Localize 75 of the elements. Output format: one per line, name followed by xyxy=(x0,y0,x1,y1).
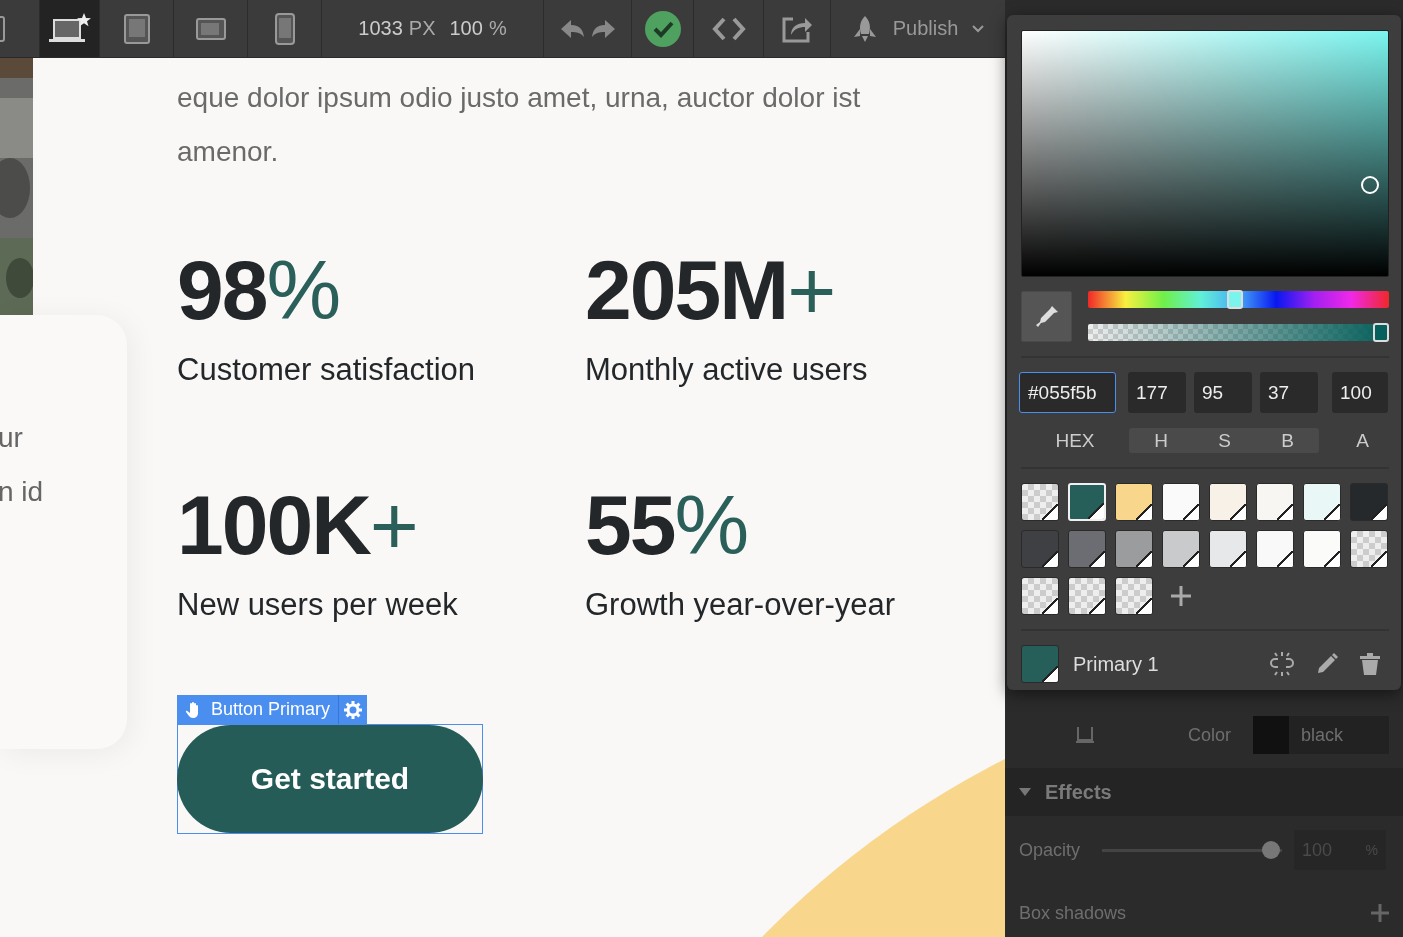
element-name: Button Primary xyxy=(211,699,331,720)
stat-number: 205M+ xyxy=(585,248,836,332)
stat-number: 98% xyxy=(177,248,341,332)
field-label: H xyxy=(1154,429,1168,452)
stat-label: Growth year-over-year xyxy=(585,586,897,624)
alpha-field[interactable]: 100 xyxy=(1332,372,1388,413)
color-swatch[interactable] xyxy=(1021,483,1059,521)
color-swatch[interactable] xyxy=(1209,483,1247,521)
color-swatch[interactable] xyxy=(1115,530,1153,568)
add-icon[interactable] xyxy=(1170,585,1192,607)
color-area[interactable] xyxy=(1021,30,1389,277)
trash-icon[interactable] xyxy=(1359,652,1381,676)
tablet-icon xyxy=(0,15,6,42)
card-text: n id xyxy=(0,475,45,509)
field-label: HEX xyxy=(1054,429,1096,452)
card-text: ur xyxy=(0,421,24,455)
pencil-icon[interactable] xyxy=(1315,652,1339,676)
settings-button[interactable] xyxy=(338,695,368,724)
field-label: Opacity xyxy=(1019,839,1081,861)
mode-group[interactable]: H S B xyxy=(1129,428,1319,453)
zoom-unit: % xyxy=(488,17,507,40)
color-swatch[interactable] xyxy=(1162,483,1200,521)
color-swatch[interactable] xyxy=(1162,530,1200,568)
color-name: Primary 1 xyxy=(1073,652,1159,676)
field-label: A xyxy=(1356,429,1369,452)
tablet-icon xyxy=(122,12,151,45)
color-swatch[interactable] xyxy=(1021,577,1059,615)
field-label: S xyxy=(1218,429,1231,452)
stat-number: 55% xyxy=(585,483,749,567)
color-swatch[interactable] xyxy=(1350,530,1388,568)
color-swatch[interactable] xyxy=(1115,483,1153,521)
stat-number: 100K+ xyxy=(177,483,418,567)
caret-icon xyxy=(972,24,985,33)
color-swatch[interactable] xyxy=(1209,530,1247,568)
publish-button[interactable]: Publish xyxy=(831,0,1004,57)
field-label: Color xyxy=(1188,724,1231,746)
field-label: Box shadows xyxy=(1019,902,1127,924)
settings-icon xyxy=(344,700,363,719)
color-swatch[interactable] xyxy=(1303,530,1341,568)
unlink-icon[interactable] xyxy=(1269,651,1295,677)
color-swatch[interactable] xyxy=(1068,577,1106,615)
alpha-slider[interactable] xyxy=(1088,324,1389,341)
hex-field[interactable]: #055f5b xyxy=(1019,372,1116,413)
add-icon[interactable] xyxy=(1371,904,1389,922)
device-tab[interactable] xyxy=(40,0,100,57)
stat-label: Customer satisfaction xyxy=(177,351,477,389)
color-swatch[interactable] xyxy=(1256,483,1294,521)
canvas-width: 1033 xyxy=(358,17,403,40)
brightness-field[interactable]: 37 xyxy=(1260,372,1318,413)
width-unit: PX xyxy=(408,17,436,40)
section-header[interactable]: Effects xyxy=(1005,768,1403,816)
color-swatch[interactable] xyxy=(1256,530,1294,568)
eyedropper-button[interactable] xyxy=(1021,291,1072,342)
color-swatch[interactable] xyxy=(1068,530,1106,568)
color-swatch[interactable] xyxy=(1350,483,1388,521)
get-started-button[interactable]: Get started xyxy=(177,725,483,833)
field-label: B xyxy=(1281,429,1294,452)
phone-icon xyxy=(273,11,296,46)
tablet-landscape-icon xyxy=(194,16,227,41)
zoom-level: 100 xyxy=(449,17,483,40)
check-icon[interactable] xyxy=(644,10,681,47)
color-swatch[interactable] xyxy=(1303,483,1341,521)
color-handle[interactable] xyxy=(1360,176,1379,195)
hue-slider[interactable] xyxy=(1088,291,1389,308)
stat-label: New users per week xyxy=(177,586,459,624)
triangle-icon xyxy=(1019,788,1031,796)
hue-field[interactable]: 177 xyxy=(1128,372,1186,413)
section-title: Effects xyxy=(1045,780,1112,804)
color-swatch[interactable] xyxy=(1021,530,1059,568)
code-icon[interactable] xyxy=(711,16,746,41)
paragraph: eque dolor ipsum odio justo amet, urna, auctor dolor ist amenor. xyxy=(177,81,862,169)
saturation-field[interactable]: 95 xyxy=(1194,372,1252,413)
stat-label: Monthly active users xyxy=(585,351,869,389)
monitor-icon xyxy=(1075,725,1095,745)
color-swatch[interactable] xyxy=(1115,577,1153,615)
